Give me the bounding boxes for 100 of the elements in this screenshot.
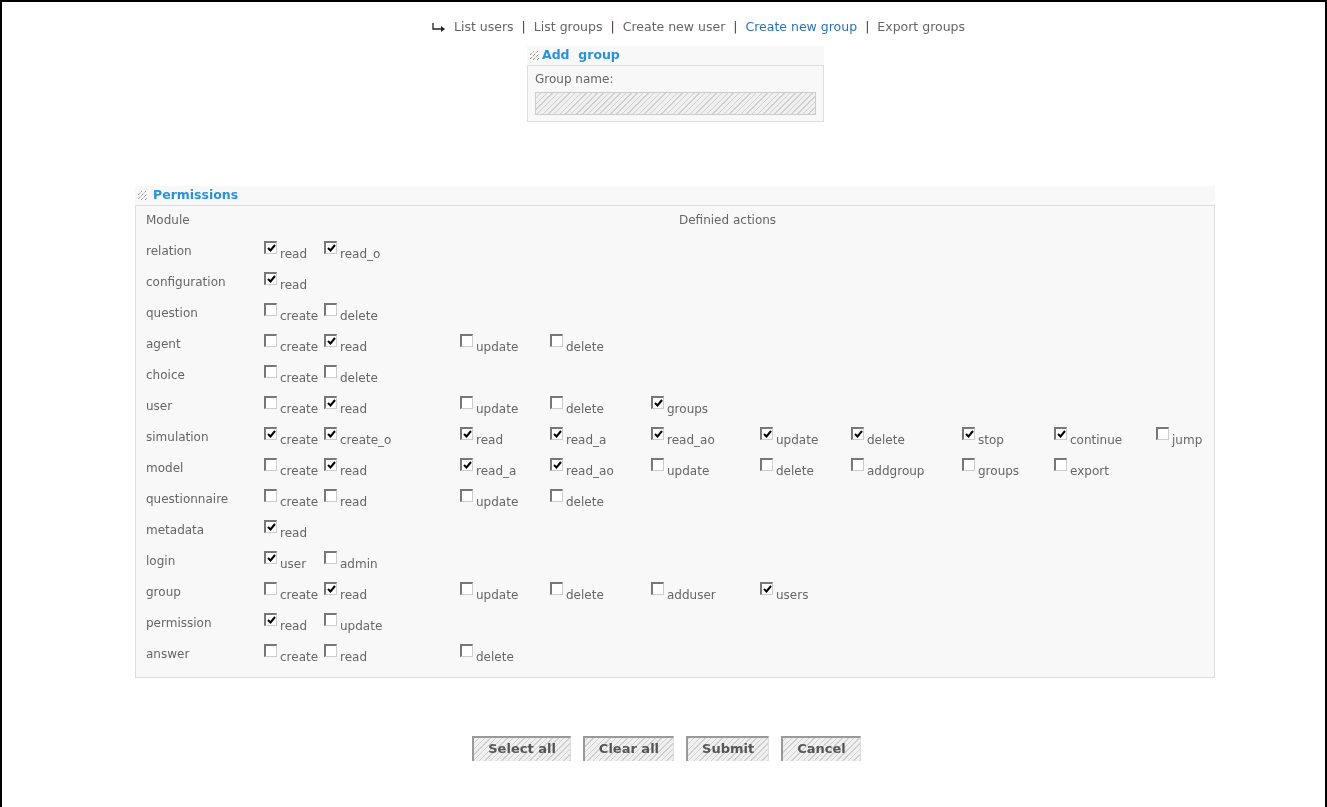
nav-link[interactable]: Create new group — [745, 18, 858, 37]
action-label: groups — [667, 400, 709, 418]
action-label: delete — [476, 648, 514, 666]
checkbox[interactable] — [550, 396, 563, 409]
checkbox[interactable] — [324, 427, 337, 440]
action-label: delete — [776, 462, 814, 480]
checkbox[interactable] — [460, 644, 473, 657]
checkbox[interactable] — [264, 396, 277, 409]
field-label: Group name: — [535, 72, 614, 86]
checkbox[interactable] — [324, 458, 337, 471]
action-label: read — [340, 586, 368, 604]
nav-link[interactable]: List groups — [533, 18, 603, 37]
checkbox[interactable] — [460, 489, 473, 502]
checkbox[interactable] — [851, 458, 864, 471]
action-label: users — [776, 586, 809, 604]
checkbox[interactable] — [264, 644, 277, 657]
checkbox[interactable] — [460, 334, 473, 347]
nav-link[interactable]: Export groups — [877, 18, 966, 37]
checkbox[interactable] — [264, 582, 277, 595]
checkbox[interactable] — [264, 458, 277, 471]
checkbox[interactable] — [550, 582, 563, 595]
checkbox[interactable] — [324, 241, 337, 254]
action-label: create — [280, 586, 319, 604]
checkbox[interactable] — [324, 303, 337, 316]
column-header: Module — [146, 212, 191, 229]
form-button[interactable]: Cancel — [781, 736, 861, 761]
module-name: model — [146, 459, 185, 477]
action-label: create — [280, 462, 319, 480]
checkbox[interactable] — [651, 458, 664, 471]
hatch-icon — [138, 190, 148, 201]
action-label: update — [667, 462, 710, 480]
action-label: update — [476, 493, 519, 511]
checkbox[interactable] — [760, 427, 773, 440]
action-label: read_o — [340, 245, 381, 263]
action-label: read — [340, 338, 368, 356]
action-label: read — [280, 524, 308, 542]
action-label: update — [340, 617, 383, 635]
action-label: read — [340, 462, 368, 480]
action-label: delete — [566, 400, 604, 418]
checkbox[interactable] — [324, 365, 337, 378]
checkbox[interactable] — [324, 551, 337, 564]
checkbox[interactable] — [264, 551, 277, 564]
checkbox[interactable] — [264, 520, 277, 533]
checkbox[interactable] — [264, 334, 277, 347]
checkbox[interactable] — [1054, 427, 1067, 440]
action-label: read — [280, 617, 308, 635]
hatch-icon — [530, 50, 540, 61]
action-label: read — [340, 648, 368, 666]
action-label: read_ao — [667, 431, 715, 449]
checkbox[interactable] — [1054, 458, 1067, 471]
checkbox[interactable] — [760, 458, 773, 471]
checkbox[interactable] — [264, 241, 277, 254]
form-button[interactable]: Select all — [472, 736, 571, 761]
action-label: read — [340, 400, 368, 418]
checkbox[interactable] — [324, 582, 337, 595]
checkbox[interactable] — [851, 427, 864, 440]
checkbox[interactable] — [651, 427, 664, 440]
checkbox[interactable] — [651, 582, 664, 595]
module-name: configuration — [146, 273, 227, 291]
action-label: create — [280, 307, 319, 325]
checkbox[interactable] — [324, 644, 337, 657]
checkbox[interactable] — [324, 334, 337, 347]
module-name: agent — [146, 335, 182, 353]
checkbox[interactable] — [550, 458, 563, 471]
checkbox[interactable] — [264, 272, 277, 285]
checkbox[interactable] — [550, 489, 563, 502]
action-label: create — [280, 431, 319, 449]
module-name: answer — [146, 645, 191, 663]
checkbox[interactable] — [264, 427, 277, 440]
module-name: permission — [146, 614, 213, 632]
action-label: update — [476, 338, 519, 356]
checkbox[interactable] — [460, 396, 473, 409]
action-label: addgroup — [867, 462, 925, 480]
action-label: groups — [978, 462, 1020, 480]
nav-link[interactable]: Create new user — [622, 18, 726, 37]
form-button[interactable]: Submit — [686, 736, 770, 761]
action-label: update — [476, 586, 519, 604]
checkbox[interactable] — [760, 582, 773, 595]
checkbox[interactable] — [264, 613, 277, 626]
checkbox[interactable] — [962, 427, 975, 440]
checkbox[interactable] — [1156, 427, 1169, 440]
checkbox[interactable] — [264, 365, 277, 378]
checkbox[interactable] — [550, 427, 563, 440]
checkbox[interactable] — [324, 489, 337, 502]
separator: | — [733, 18, 738, 37]
checkbox[interactable] — [324, 613, 337, 626]
checkbox[interactable] — [460, 427, 473, 440]
checkbox[interactable] — [962, 458, 975, 471]
form-button[interactable]: Clear all — [582, 736, 675, 761]
nav-link[interactable]: List users — [454, 18, 514, 37]
action-label: stop — [978, 431, 1004, 449]
checkbox[interactable] — [264, 489, 277, 502]
input-field[interactable] — [535, 92, 816, 115]
checkbox[interactable] — [460, 458, 473, 471]
checkbox[interactable] — [550, 334, 563, 347]
checkbox[interactable] — [460, 582, 473, 595]
checkbox[interactable] — [651, 396, 664, 409]
checkbox[interactable] — [264, 303, 277, 316]
action-label: admin — [340, 555, 378, 573]
checkbox[interactable] — [324, 396, 337, 409]
